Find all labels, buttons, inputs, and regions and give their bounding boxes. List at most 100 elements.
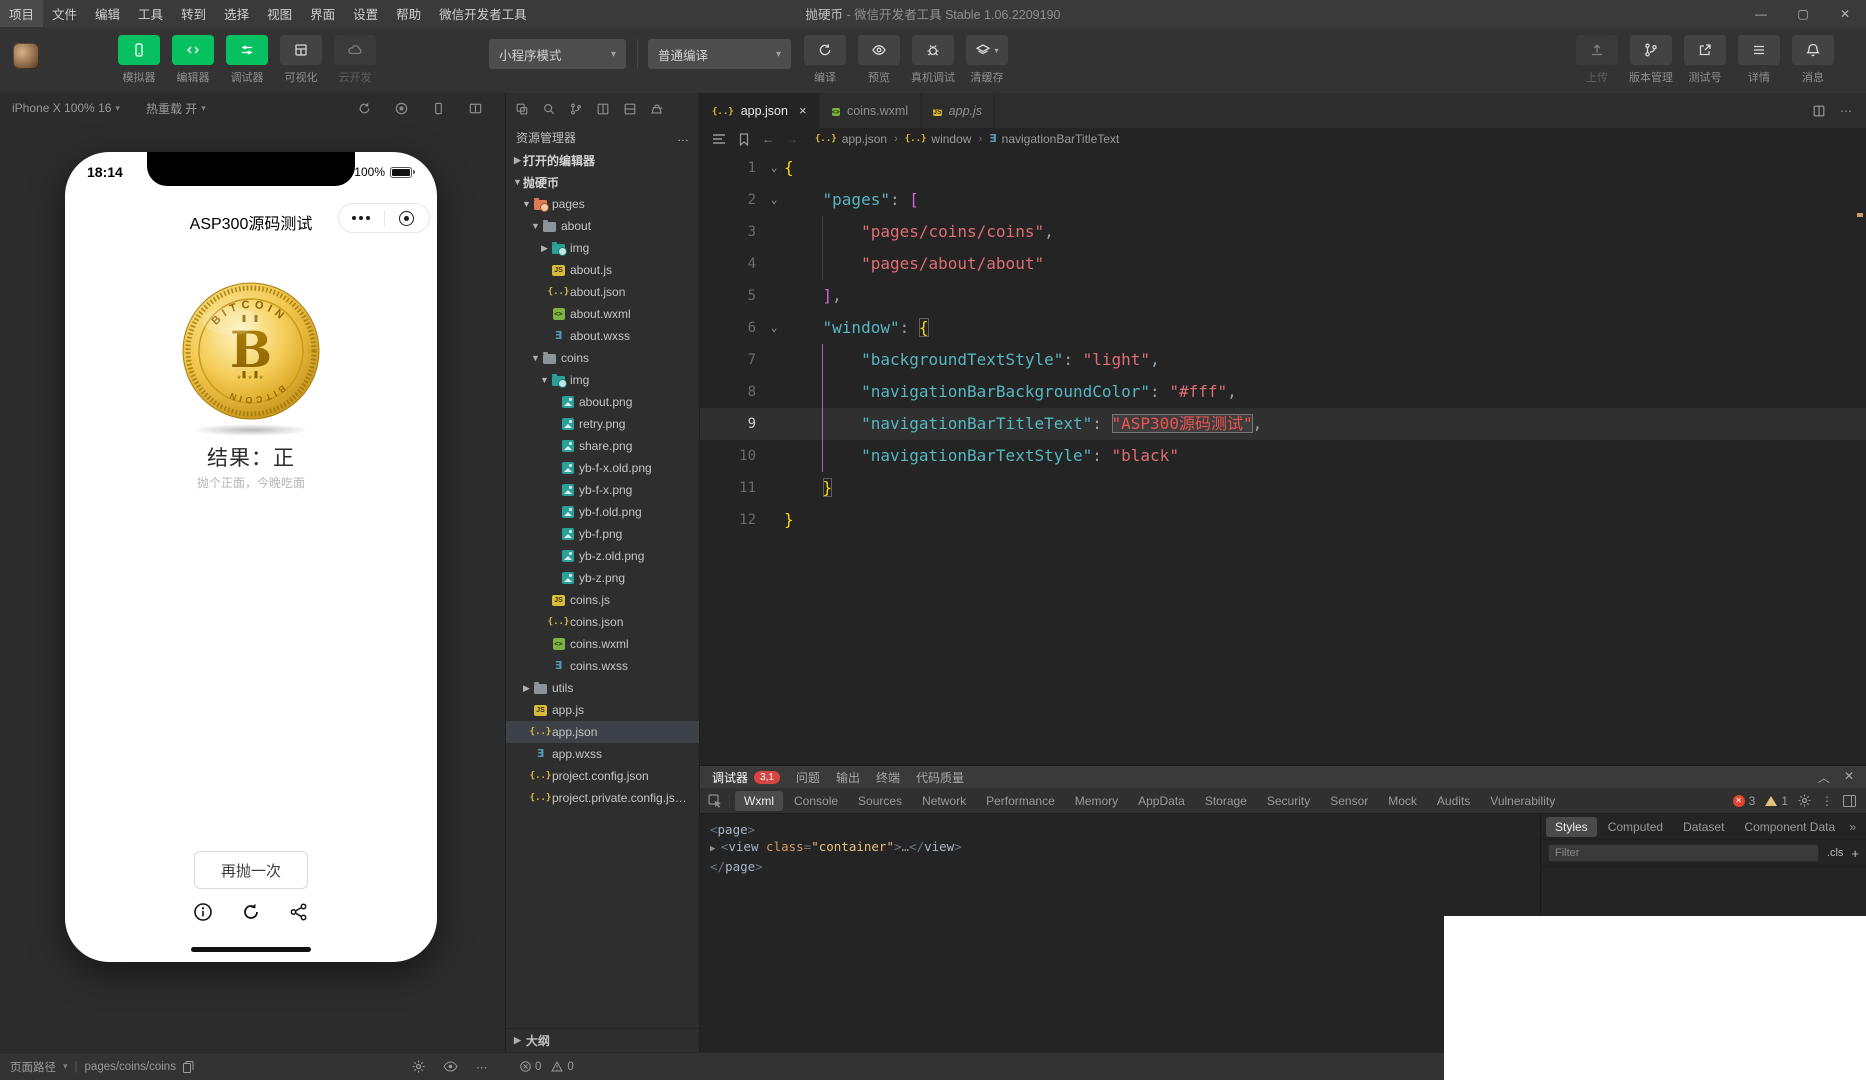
tree-item-retry.png[interactable]: retry.png [506, 413, 699, 435]
hot-reload-toggle[interactable]: 热重载 开 ▾ [146, 100, 206, 117]
code-line-7[interactable]: 7 "backgroundTextStyle": "light", [700, 344, 1866, 376]
record-icon[interactable] [394, 101, 409, 116]
panel-tab-终端[interactable]: 终端 [876, 769, 900, 786]
code-line-5[interactable]: 5 ], [700, 280, 1866, 312]
tree-item-utils[interactable]: ▶ utils [506, 677, 699, 699]
devtools-tab-Vulnerability[interactable]: Vulnerability [1481, 791, 1564, 811]
wxml-node-1[interactable]: ▶ <view class="container">…</view> [710, 838, 1530, 858]
dock-side-icon[interactable] [1843, 794, 1856, 807]
tree-item-about.wxml[interactable]: about.wxml [506, 303, 699, 325]
fold-chevron-icon[interactable]: ⌄ [764, 152, 784, 184]
调试器-button[interactable] [226, 35, 268, 65]
menu-item-视图[interactable]: 视图 [258, 0, 301, 27]
tree-item-pages[interactable]: ▼ pages [506, 193, 699, 215]
devtools-settings-icon[interactable] [1798, 794, 1811, 807]
split-icon[interactable] [596, 102, 610, 116]
tree-item-project.private.config.js…[interactable]: project.private.config.js… [506, 787, 699, 809]
menu-item-微信开发者工具[interactable]: 微信开发者工具 [430, 0, 536, 27]
panel-tab-调试器[interactable]: 调试器 [712, 769, 748, 786]
menu-item-编辑[interactable]: 编辑 [86, 0, 129, 27]
styles-tab-Computed[interactable]: Computed [1599, 817, 1672, 837]
tree-item-about.wxss[interactable]: about.wxss [506, 325, 699, 347]
tree-item-app.json[interactable]: app.json [506, 721, 699, 743]
kettle-icon[interactable] [650, 102, 664, 116]
page-path-label[interactable]: 页面路径 [10, 1059, 56, 1075]
tree-item-打开的编辑器[interactable]: ▶ 打开的编辑器 [506, 149, 699, 171]
styles-tab-Styles[interactable]: Styles [1546, 816, 1597, 837]
bookmark-icon[interactable] [738, 132, 750, 146]
menu-item-界面[interactable]: 界面 [301, 0, 344, 27]
tree-item-share.png[interactable]: share.png [506, 435, 699, 457]
menu-item-转到[interactable]: 转到 [172, 0, 215, 27]
search-icon[interactable] [542, 102, 556, 116]
more-actions-icon[interactable]: ⋯ [1840, 104, 1852, 118]
close-tab-icon[interactable]: × [799, 103, 807, 118]
code-line-9[interactable]: 9 "navigationBarTitleText": "ASP300源码测试"… [700, 408, 1866, 440]
retry-button[interactable]: 再抛一次 [194, 851, 308, 889]
new-window-icon[interactable] [515, 102, 529, 116]
devtools-tab-AppData[interactable]: AppData [1129, 791, 1194, 811]
devtools-tab-Audits[interactable]: Audits [1428, 791, 1479, 811]
tree-item-img[interactable]: ▼ img [506, 369, 699, 391]
problems-warnings[interactable]: 0 [551, 1061, 574, 1073]
menu-item-文件[interactable]: 文件 [43, 0, 86, 27]
devtools-tab-Memory[interactable]: Memory [1066, 791, 1127, 811]
menu-item-项目[interactable]: 项目 [0, 0, 44, 27]
tree-item-about.json[interactable]: about.json [506, 281, 699, 303]
tree-item-project.config.json[interactable]: project.config.json [506, 765, 699, 787]
capsule-home-button[interactable] [385, 204, 430, 232]
devtools-tab-Sources[interactable]: Sources [849, 791, 911, 811]
panel-icon[interactable] [623, 102, 637, 116]
code-editor[interactable]: 1 ⌄{2 ⌄ "pages": [3 "pages/coins/coins", 4 … [700, 150, 1866, 536]
编译-button[interactable] [804, 35, 846, 65]
minimize-icon[interactable]: — [1740, 0, 1782, 27]
tree-item-coins[interactable]: ▼ coins [506, 347, 699, 369]
可视化-button[interactable] [280, 35, 322, 65]
wxml-tree[interactable]: <page> ▶ <view class="container">…</view>… [700, 814, 1540, 1052]
tree-item-coins.wxss[interactable]: coins.wxss [506, 655, 699, 677]
tree-item-yb-z.png[interactable]: yb-z.png [506, 567, 699, 589]
tree-item-yb-f-x.old.png[interactable]: yb-f-x.old.png [506, 457, 699, 479]
devtools-tab-Storage[interactable]: Storage [1196, 791, 1256, 811]
inspect-element-icon[interactable] [700, 793, 730, 808]
menu-item-选择[interactable]: 选择 [215, 0, 258, 27]
more-dots-icon[interactable]: ⋯ [476, 1060, 488, 1074]
测试号-button[interactable] [1684, 35, 1726, 65]
devtools-tab-Console[interactable]: Console [785, 791, 847, 811]
详情-button[interactable] [1738, 35, 1780, 65]
menu-item-设置[interactable]: 设置 [344, 0, 387, 27]
code-line-11[interactable]: 11 } [700, 472, 1866, 504]
device-icon[interactable] [431, 101, 446, 116]
版本管理-button[interactable] [1630, 35, 1672, 65]
share-icon[interactable] [289, 902, 309, 922]
code-line-8[interactable]: 8 "navigationBarBackgroundColor": "#fff"… [700, 376, 1866, 408]
devtools-tab-Performance[interactable]: Performance [977, 791, 1064, 811]
more-icon[interactable]: … [677, 130, 689, 144]
device-select[interactable]: iPhone X 100% 16 ▾ [12, 101, 120, 115]
mode-select[interactable]: 小程序模式 ▾ [489, 39, 626, 69]
tree-item-yb-f-x.png[interactable]: yb-f-x.png [506, 479, 699, 501]
editor-tab-app.js[interactable]: app.js [921, 93, 996, 128]
collapse-panel-icon[interactable]: ︿ [1818, 769, 1830, 786]
console-warning-count[interactable]: 1 [1765, 794, 1788, 808]
kebab-menu-icon[interactable]: ⋮ [1821, 794, 1833, 808]
tree-item-yb-f.old.png[interactable]: yb-f.old.png [506, 501, 699, 523]
清缓存-button[interactable]: ▾ [966, 35, 1008, 65]
code-line-10[interactable]: 10 "navigationBarTextStyle": "black" [700, 440, 1866, 472]
editor-tab-coins.wxml[interactable]: coins.wxml [819, 93, 922, 128]
overflow-chevron-icon[interactable]: » [1849, 820, 1862, 834]
close-panel-icon[interactable]: ✕ [1844, 769, 1854, 786]
tree-item-about[interactable]: ▼ about [506, 215, 699, 237]
tree-item-抛硬币[interactable]: ▼ 抛硬币 [506, 171, 699, 193]
panel-tab-代码质量[interactable]: 代码质量 [916, 769, 964, 786]
code-line-2[interactable]: 2 ⌄ "pages": [ [700, 184, 1866, 216]
compile-select[interactable]: 普通编译 ▾ [648, 39, 791, 69]
wxml-node-0[interactable]: <page> [710, 821, 1530, 838]
devtools-tab-Mock[interactable]: Mock [1379, 791, 1426, 811]
close-icon[interactable]: ✕ [1824, 0, 1866, 27]
toggle-class-button[interactable]: .cls [1827, 847, 1844, 859]
code-line-6[interactable]: 6 ⌄ "window": { [700, 312, 1866, 344]
tree-item-about.png[interactable]: about.png [506, 391, 699, 413]
breadcrumb-item-app.json[interactable]: app.json [815, 132, 887, 146]
rotate-icon[interactable] [357, 101, 372, 116]
